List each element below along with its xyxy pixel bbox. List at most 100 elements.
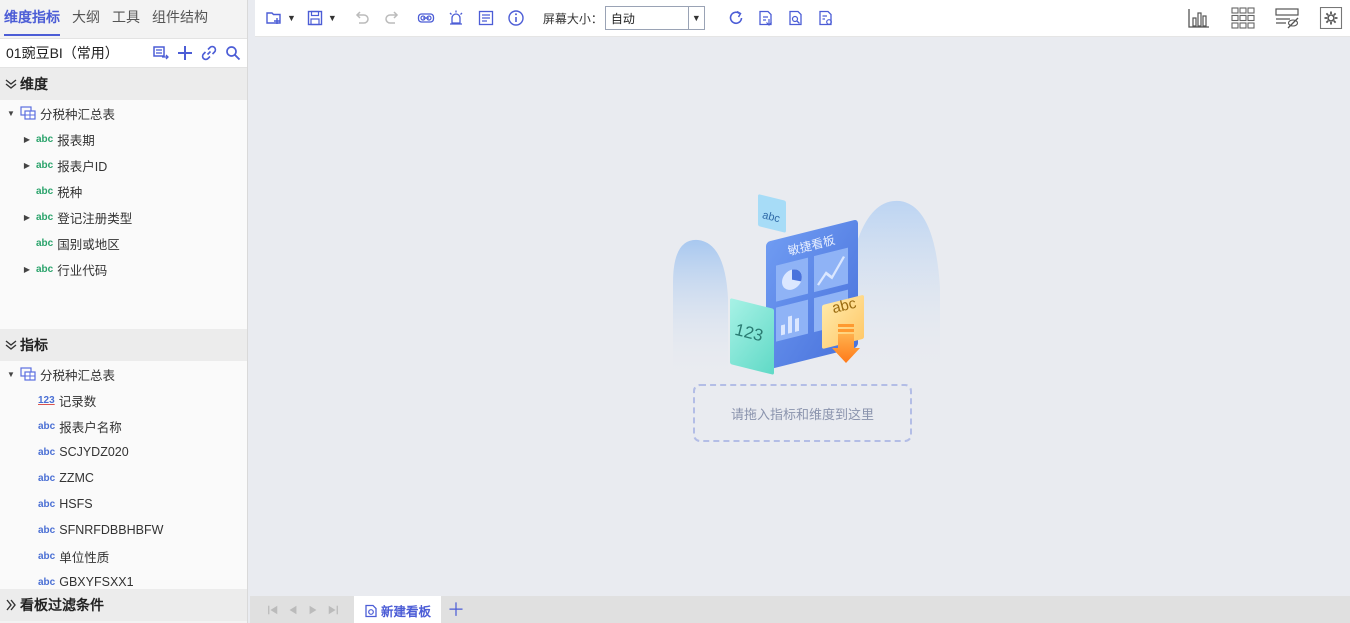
measure-field-label: 记录数 (58, 394, 97, 409)
dimension-field-item[interactable]: ▶ abc 报表期 (0, 126, 247, 152)
dimension-section-header[interactable]: 维度 (0, 68, 247, 100)
last-page-icon[interactable] (326, 603, 340, 617)
measure-field-item[interactable]: 123 记录数 (0, 387, 247, 413)
refresh-icon[interactable] (725, 7, 747, 29)
data-source-row: 01豌豆BI（常用） (0, 38, 247, 68)
tab-component-structure[interactable]: 组件结构 (152, 0, 208, 36)
search-icon[interactable] (225, 45, 241, 61)
dimension-field-item[interactable]: abc 国别或地区 (0, 230, 247, 256)
expanded-caret-icon[interactable]: ▼ (6, 109, 16, 118)
text-type-icon: abc (38, 498, 56, 510)
dimension-field-item[interactable]: abc 税种 (0, 178, 247, 204)
collapsed-caret-icon[interactable]: ▶ (22, 265, 32, 274)
dimension-tree: ▼ 分税种汇总表 ▶ abc 报表期 ▶ abc 报表户ID abc 税种 ▶ … (0, 100, 247, 329)
next-page-icon[interactable] (306, 603, 320, 617)
alert-icon[interactable] (445, 7, 467, 29)
dimension-field-label: 报表期 (57, 133, 95, 148)
measure-field-label: 单位性质 (59, 550, 110, 565)
number-type-icon: 123 (38, 394, 55, 406)
tab-outline[interactable]: 大纲 (72, 0, 100, 36)
export-icon[interactable] (755, 7, 777, 29)
dimension-field-label: 报表户ID (57, 159, 108, 174)
undo-icon[interactable] (351, 7, 373, 29)
link-icon[interactable] (201, 45, 217, 61)
text-type-icon: abc (36, 237, 54, 249)
tab-dimension-indicator[interactable]: 维度指标 (4, 0, 60, 36)
tab-tools[interactable]: 工具 (112, 0, 140, 36)
text-type-icon: abc (38, 420, 56, 432)
measure-field-label: HSFS (59, 497, 93, 511)
measure-field-label: 报表户名称 (59, 420, 122, 435)
dimension-table-label: 分税种汇总表 (40, 107, 116, 122)
chevron-down-icon[interactable]: ▼ (687, 7, 704, 29)
dimension-field-label: 税种 (57, 185, 83, 200)
switch-source-icon[interactable] (153, 45, 169, 61)
dimension-field-item[interactable]: ▶ abc 行业代码 (0, 256, 247, 282)
dashboard-canvas[interactable]: 敏捷看板 abc 123 abc 请拖入指标和维度到这里 (250, 38, 1350, 596)
text-type-icon: abc (38, 524, 56, 536)
toolbar-right-group (1168, 6, 1344, 30)
measure-field-item[interactable]: abc SCJYDZ020 (0, 439, 247, 465)
toolbar: ▼ ▼ 屏幕大小： 自动 ▼ (255, 0, 1350, 37)
measure-table-label: 分税种汇总表 (40, 368, 116, 383)
text-type-icon: abc (36, 159, 54, 171)
sheet-tab-bar: 新建看板 ＋ (250, 596, 1350, 623)
settings-doc-icon[interactable] (815, 7, 837, 29)
previous-page-icon[interactable] (286, 603, 300, 617)
expand-icon (6, 599, 16, 611)
dimension-table-node[interactable]: ▼ 分税种汇总表 (0, 100, 247, 126)
measure-field-item[interactable]: abc ZZMC (0, 465, 247, 491)
dimension-field-label: 登记注册类型 (57, 211, 133, 226)
grid-layout-icon[interactable] (1230, 6, 1256, 30)
screen-size-select[interactable]: 自动 ▼ (604, 6, 705, 30)
text-type-icon: abc (38, 446, 56, 458)
dimension-section-title: 维度 (20, 76, 48, 92)
collapsed-caret-icon[interactable]: ▶ (22, 213, 32, 222)
left-tabs: 维度指标 大纲 工具 组件结构 (0, 0, 247, 38)
measure-field-label: GBXYFSXX1 (59, 575, 134, 589)
chart-view-icon[interactable] (1186, 6, 1212, 30)
filter-section-header[interactable]: 看板过滤条件 (0, 589, 247, 621)
text-type-icon: abc (36, 133, 54, 145)
measure-field-item[interactable]: abc 单位性质 (0, 543, 247, 569)
linkage-icon[interactable] (415, 7, 437, 29)
text-type-icon: abc (36, 263, 54, 275)
gear-icon[interactable] (1318, 6, 1344, 30)
drop-zone-hint: 请拖入指标和维度到这里 (730, 406, 874, 422)
table-icon (20, 367, 36, 381)
collapse-icon (5, 340, 17, 350)
measure-tree: ▼ 分税种汇总表 123 记录数 abc 报表户名称 abc SCJYDZ020… (0, 361, 247, 589)
notes-icon[interactable] (475, 7, 497, 29)
measure-field-item[interactable]: abc GBXYFSXX1 (0, 569, 247, 589)
measure-field-item[interactable]: abc SFNRFDBBHBFW (0, 517, 247, 543)
collapsed-caret-icon[interactable]: ▶ (22, 135, 32, 144)
measure-field-item[interactable]: abc 报表户名称 (0, 413, 247, 439)
hide-toggle-icon[interactable] (1274, 6, 1300, 30)
add-sheet-button[interactable]: ＋ (447, 601, 465, 619)
table-icon (20, 106, 36, 120)
preview-icon[interactable] (785, 7, 807, 29)
save-icon[interactable] (304, 7, 326, 29)
dimension-field-item[interactable]: ▶ abc 登记注册类型 (0, 204, 247, 230)
dimension-field-label: 国别或地区 (57, 237, 120, 252)
add-icon[interactable] (177, 45, 193, 61)
data-source-name[interactable]: 01豌豆BI（常用） (6, 43, 119, 63)
measure-field-item[interactable]: abc HSFS (0, 491, 247, 517)
dimension-field-item[interactable]: ▶ abc 报表户ID (0, 152, 247, 178)
dashboard-icon (365, 604, 377, 617)
sheet-tab-active[interactable]: 新建看板 (354, 596, 442, 623)
expanded-caret-icon[interactable]: ▼ (6, 370, 16, 379)
new-folder-icon[interactable] (263, 7, 285, 29)
text-type-icon: abc (36, 185, 54, 197)
redo-icon[interactable] (381, 7, 403, 29)
drop-zone[interactable]: 请拖入指标和维度到这里 (693, 384, 912, 442)
collapsed-caret-icon[interactable]: ▶ (22, 161, 32, 170)
sheet-tab-label: 新建看板 (381, 605, 432, 619)
info-icon[interactable] (505, 7, 527, 29)
first-page-icon[interactable] (266, 603, 280, 617)
new-dropdown-arrow-icon[interactable]: ▼ (287, 13, 296, 23)
save-dropdown-arrow-icon[interactable]: ▼ (328, 13, 337, 23)
empty-dashboard-illustration: 敏捷看板 abc 123 abc (673, 194, 940, 378)
measure-table-node[interactable]: ▼ 分税种汇总表 (0, 361, 247, 387)
measure-section-header[interactable]: 指标 (0, 329, 247, 361)
